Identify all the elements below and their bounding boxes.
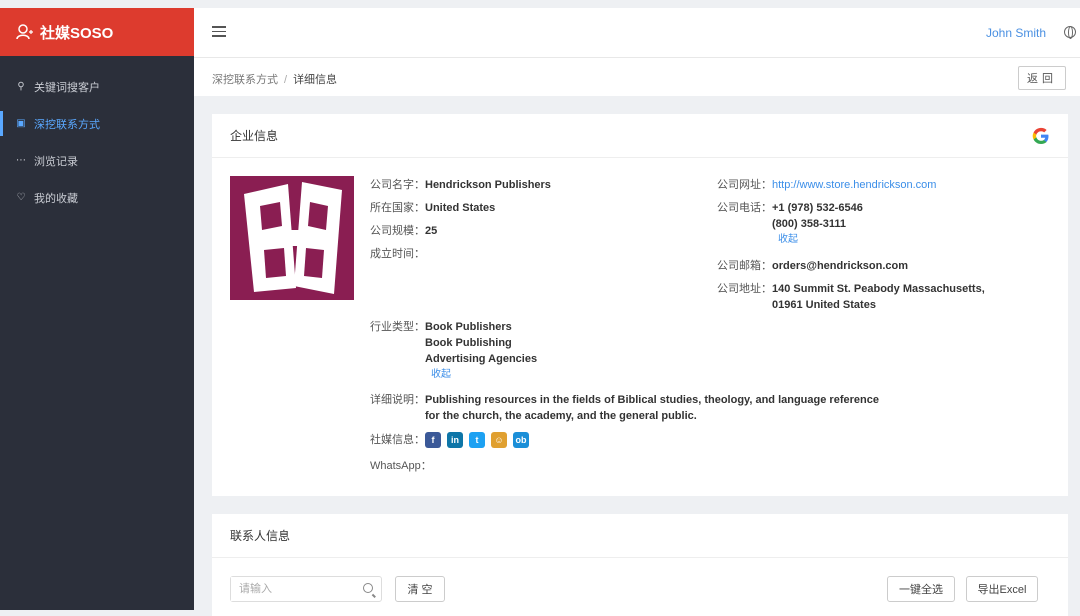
address-line: 01961 United States	[772, 299, 876, 311]
globe-icon[interactable]	[1064, 26, 1076, 39]
field-label: WhatsApp：	[370, 460, 432, 472]
email-field: 公司邮箱：orders@hendrickson.com	[717, 258, 908, 274]
field-label: 公司邮箱：	[717, 260, 772, 272]
field-label: 公司规模：	[370, 225, 425, 237]
contacts-card: 联系人信息 清 空 一键全选 导出Excel	[212, 514, 1068, 616]
field-label: 公司名字：	[370, 179, 425, 191]
google-icon[interactable]	[1032, 127, 1050, 145]
phone-value: +1 (978) 532-6546	[772, 202, 863, 214]
heart-icon: ♡	[16, 192, 26, 203]
industry-value: Book Publishers	[425, 321, 512, 333]
sidebar-item-label: 浏览记录	[34, 155, 78, 168]
ob-icon[interactable]: ob	[513, 432, 529, 448]
sidebar-item-label: 我的收藏	[34, 192, 78, 205]
field-label: 公司网址：	[717, 179, 772, 191]
company-name: Hendrickson Publishers	[425, 179, 551, 191]
section-title: 企业信息	[212, 114, 1068, 158]
search-person-icon: ⚲	[17, 81, 25, 92]
linkedin-icon[interactable]: in	[447, 432, 463, 448]
brand-name: 社媒SOSO	[40, 24, 114, 42]
search-icon[interactable]	[363, 583, 373, 593]
breadcrumb-parent[interactable]: 深挖联系方式	[212, 74, 278, 86]
social-icons: f in t ☺ ob	[425, 432, 529, 448]
email-value: orders@hendrickson.com	[772, 260, 909, 272]
company-info-card: 企业信息 公司名字：Hendrickson Publishers 所在国家：Un…	[212, 114, 1068, 496]
address-line: 140 Summit St. Peabody Massachusetts,	[772, 283, 985, 295]
contacts-section-title: 联系人信息	[230, 529, 291, 543]
address-field: 公司地址： 140 Summit St. Peabody Massachuset…	[717, 281, 985, 313]
phone-collapse-link[interactable]: 收起	[778, 232, 863, 248]
country-value: United States	[425, 202, 496, 214]
field-label: 公司电话：	[717, 202, 772, 214]
company-size-field: 公司规模：25	[370, 223, 437, 239]
industry-collapse-link[interactable]: 收起	[431, 367, 537, 383]
breadcrumb: 深挖联系方式 / 详细信息	[212, 71, 337, 87]
website-link[interactable]: http://www.store.hendrickson.com	[772, 179, 936, 191]
field-label: 公司地址：	[717, 283, 772, 295]
website-field: 公司网址：http://www.store.hendrickson.com	[717, 177, 936, 193]
sidebar: 社媒SOSO ⚲ 关键词搜客户 ▣ 深挖联系方式 ⋯ 浏览记录 ♡ 我的收藏	[0, 8, 194, 610]
dots-icon: ⋯	[16, 155, 26, 166]
sidebar-item-dig-contacts[interactable]: ▣ 深挖联系方式	[0, 105, 194, 142]
section-title: 联系人信息	[212, 514, 1068, 558]
menu-toggle-icon[interactable]	[212, 26, 226, 38]
field-label: 行业类型：	[370, 321, 425, 333]
social-field: 社媒信息： f in t ☺ ob	[370, 432, 529, 448]
facebook-icon[interactable]: f	[425, 432, 441, 448]
field-label: 社媒信息：	[370, 434, 425, 446]
phone-value: (800) 358-3111	[772, 218, 847, 230]
industry-field: 行业类型： Book Publishers Book Publishing Ad…	[370, 319, 537, 383]
description-line: for the church, the academy, and the gen…	[425, 410, 697, 422]
field-label: 详细说明：	[370, 394, 425, 406]
clear-button[interactable]: 清 空	[395, 576, 445, 602]
field-label: 所在国家：	[370, 202, 425, 214]
sidebar-nav: ⚲ 关键词搜客户 ▣ 深挖联系方式 ⋯ 浏览记录 ♡ 我的收藏	[0, 68, 194, 216]
export-excel-button[interactable]: 导出Excel	[966, 576, 1038, 602]
breadcrumb-separator: /	[284, 74, 288, 86]
select-all-button[interactable]: 一键全选	[887, 576, 955, 602]
phone-field: 公司电话： +1 (978) 532-6546 (800) 358-3111 收…	[717, 200, 863, 248]
industry-value: Advertising Agencies	[425, 353, 538, 365]
user-name[interactable]: John Smith	[986, 26, 1046, 40]
country-field: 所在国家：United States	[370, 200, 495, 216]
breadcrumb-bar: 深挖联系方式 / 详细信息 返回	[194, 58, 1080, 96]
field-label: 成立时间：	[370, 248, 425, 260]
avatar-icon[interactable]: ☺	[491, 432, 507, 448]
brand-logo[interactable]: 社媒SOSO	[0, 8, 194, 56]
founded-field: 成立时间：	[370, 246, 425, 262]
breadcrumb-current: 详细信息	[293, 74, 338, 86]
top-bar: John Smith	[194, 8, 1080, 58]
sidebar-item-favorites[interactable]: ♡ 我的收藏	[0, 179, 194, 216]
description-field: 详细说明： Publishing resources in the fields…	[370, 392, 879, 424]
company-name-field: 公司名字：Hendrickson Publishers	[370, 177, 551, 193]
industry-value: Book Publishing	[425, 337, 512, 349]
company-section-title: 企业信息	[230, 129, 279, 143]
company-size-value: 25	[425, 225, 438, 237]
whatsapp-field: WhatsApp：	[370, 458, 432, 474]
sidebar-item-keyword-search[interactable]: ⚲ 关键词搜客户	[0, 68, 194, 105]
search-box	[230, 576, 382, 602]
twitter-icon[interactable]: t	[469, 432, 485, 448]
description-line: Publishing resources in the fields of Bi…	[425, 394, 879, 406]
search-input[interactable]	[231, 577, 351, 601]
company-logo	[230, 176, 354, 300]
sidebar-item-history[interactable]: ⋯ 浏览记录	[0, 142, 194, 179]
back-button[interactable]: 返回	[1018, 66, 1066, 90]
contact-card-icon: ▣	[16, 118, 26, 129]
sidebar-item-label: 深挖联系方式	[34, 118, 100, 131]
user-icon	[16, 24, 33, 40]
sidebar-item-label: 关键词搜客户	[34, 81, 100, 94]
